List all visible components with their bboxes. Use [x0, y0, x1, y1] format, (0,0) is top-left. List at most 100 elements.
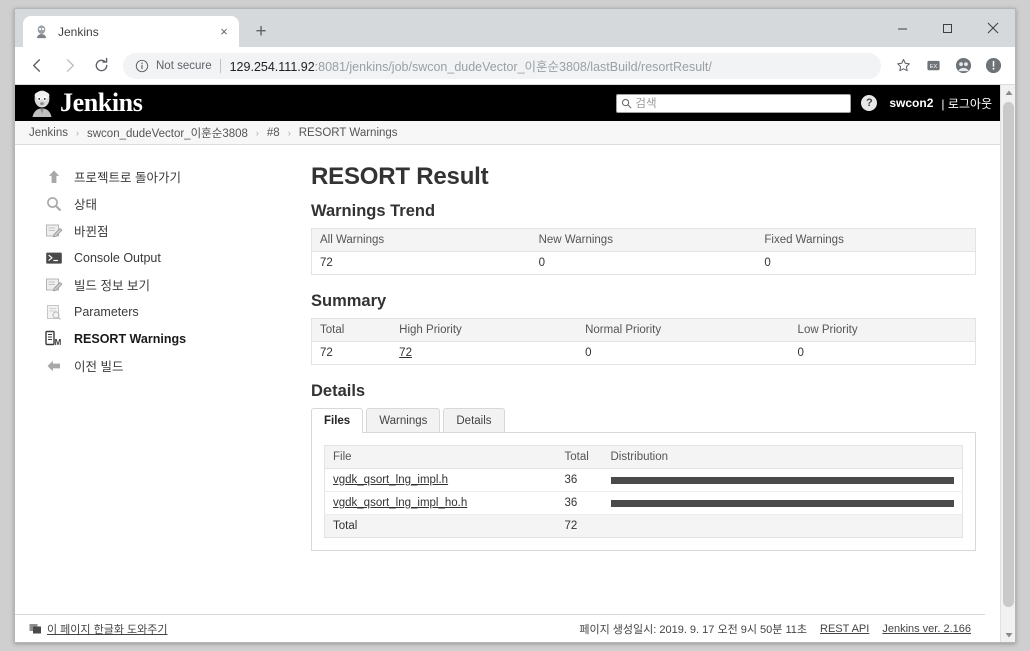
chevron-right-icon: ›	[76, 127, 79, 138]
cell-distribution	[602, 491, 963, 515]
cell-high-priority: 72	[391, 342, 577, 365]
cell-total-label: Total	[324, 514, 557, 538]
file-link[interactable]: vgdk_qsort_lng_impl.h	[333, 474, 448, 486]
breadcrumb: Jenkins › swcon_dudeVector_이훈순3808 › #8 …	[15, 121, 1000, 145]
breadcrumb-item-job[interactable]: swcon_dudeVector_이훈순3808	[87, 125, 248, 141]
edit-document-icon	[43, 220, 65, 242]
search-placeholder: 검색	[635, 98, 657, 110]
sidebar-item-back-to-project[interactable]: 프로젝트로 돌아가기	[35, 163, 311, 190]
close-icon[interactable]: ×	[215, 23, 233, 41]
info-circle-icon[interactable]	[135, 59, 149, 73]
left-arrow-icon	[43, 355, 65, 377]
high-priority-link[interactable]: 72	[399, 347, 412, 359]
column-header-all-warnings: All Warnings	[311, 228, 531, 252]
extension-icon[interactable]: EX	[919, 52, 947, 80]
translate-help-link[interactable]: 이 페이지 한글화 도와주기	[47, 621, 168, 637]
details-tab-bar: Files Warnings Details	[311, 408, 976, 433]
alert-menu-icon[interactable]	[979, 52, 1007, 80]
chevron-right-icon: ›	[287, 127, 291, 138]
search-input[interactable]: 검색	[616, 93, 852, 113]
page-viewport: Jenkins 검색 ? swcon2 | 로그아웃 Jenkins › swc…	[15, 85, 1015, 642]
table-header-row: All Warnings New Warnings Fixed Warnings	[311, 228, 976, 252]
back-icon[interactable]	[23, 52, 51, 80]
browser-window: Jenkins × + Not secure 129.254.111.92:80…	[14, 8, 1016, 643]
sidebar-item-resort-warnings[interactable]: M RESORT Warnings	[35, 325, 311, 352]
close-window-icon[interactable]	[970, 12, 1015, 44]
page-scrollbar[interactable]	[1000, 85, 1015, 642]
sidebar-item-label: RESORT Warnings	[74, 331, 187, 346]
sidebar-item-parameters[interactable]: Parameters	[35, 298, 311, 325]
sidebar: 프로젝트로 돌아가기 상태 바뀐점 Console Output 빌드 정보 보…	[15, 163, 311, 565]
warnings-trend-heading: Warnings Trend	[311, 202, 436, 220]
scroll-up-icon[interactable]	[1001, 85, 1015, 100]
column-header-file: File	[324, 445, 557, 469]
user-name[interactable]: swcon2	[889, 96, 933, 110]
page-generated-timestamp: 페이지 생성일시: 2019. 9. 17 오전 9시 50분 11초	[579, 623, 807, 636]
browser-tab[interactable]: Jenkins ×	[23, 16, 239, 47]
cell-file: vgdk_qsort_lng_impl_ho.h	[324, 491, 557, 515]
footer-right: 페이지 생성일시: 2019. 9. 17 오전 9시 50분 11초 REST…	[579, 621, 971, 637]
jenkins-page: Jenkins 검색 ? swcon2 | 로그아웃 Jenkins › swc…	[15, 85, 1000, 642]
profile-avatar-icon[interactable]	[949, 52, 977, 80]
reload-icon[interactable]	[87, 52, 115, 80]
help-icon[interactable]: ?	[861, 95, 878, 111]
jenkins-version-link[interactable]: Jenkins ver. 2.166	[882, 623, 971, 635]
table-header-row: Total High Priority Normal Priority Low …	[311, 318, 976, 342]
sidebar-item-status[interactable]: 상태	[35, 190, 311, 217]
jenkins-body: 프로젝트로 돌아가기 상태 바뀐점 Console Output 빌드 정보 보…	[15, 145, 1000, 565]
sidebar-item-label: Parameters	[74, 304, 139, 319]
tab-files[interactable]: Files	[311, 408, 364, 433]
cell-total: 36	[556, 491, 603, 515]
jenkins-logo[interactable]: Jenkins	[29, 88, 143, 118]
column-header-high-priority: High Priority	[391, 318, 578, 342]
cell-total: 72	[320, 347, 333, 359]
scroll-down-icon[interactable]	[1001, 627, 1015, 642]
logout-link[interactable]: | 로그아웃	[941, 95, 992, 112]
sidebar-item-console-output[interactable]: Console Output	[35, 244, 311, 271]
breadcrumb-item-resort-warnings[interactable]: RESORT Warnings	[299, 127, 398, 139]
cell-total-distribution	[602, 514, 963, 538]
translate-icon	[29, 622, 42, 635]
address-bar[interactable]: Not secure 129.254.111.92:8081/jenkins/j…	[123, 52, 881, 79]
browser-tab-title: Jenkins	[58, 24, 99, 39]
cell-file: vgdk_qsort_lng_impl.h	[324, 468, 557, 492]
sidebar-item-build-info[interactable]: 빌드 정보 보기	[35, 271, 311, 298]
table-total-row: Total 72	[324, 514, 963, 538]
files-table: File Total Distribution vgdk_qsort_lng_i…	[324, 445, 963, 538]
cell-total-value: 72	[556, 514, 603, 538]
sidebar-item-label: 이전 빌드	[74, 360, 124, 374]
sidebar-item-label: Console Output	[74, 250, 161, 265]
sidebar-item-previous-build[interactable]: 이전 빌드	[35, 352, 311, 379]
sidebar-item-label: 상태	[74, 198, 98, 212]
new-tab-button[interactable]: +	[247, 17, 275, 45]
breadcrumb-item-jenkins[interactable]: Jenkins	[29, 127, 68, 139]
sidebar-item-label: 빌드 정보 보기	[74, 279, 150, 293]
up-arrow-icon	[43, 166, 65, 188]
cell-normal-priority: 0	[585, 347, 592, 359]
sidebar-item-changes[interactable]: 바뀐점	[35, 217, 311, 244]
cell-all-warnings: 72	[320, 257, 333, 269]
column-header-distribution: Distribution	[602, 445, 963, 469]
url-path: :8081/jenkins/job/swcon_dudeVector_이훈순38…	[314, 60, 712, 74]
maximize-icon[interactable]	[925, 12, 970, 44]
cell-distribution	[602, 468, 963, 492]
tab-warnings[interactable]: Warnings	[366, 408, 441, 432]
edit-document-icon	[43, 274, 65, 296]
star-icon[interactable]	[889, 52, 917, 80]
rest-api-link[interactable]: REST API	[820, 623, 869, 635]
security-label: Not secure	[156, 59, 212, 72]
file-link[interactable]: vgdk_qsort_lng_impl_ho.h	[333, 497, 467, 509]
column-header-total: Total	[556, 445, 603, 469]
scrollbar-thumb[interactable]	[1003, 102, 1014, 607]
breadcrumb-item-build[interactable]: #8	[267, 127, 280, 139]
url-text: 129.254.111.92:8081/jenkins/job/swcon_du…	[230, 56, 712, 75]
tab-details[interactable]: Details	[443, 408, 505, 432]
minimize-icon[interactable]	[880, 12, 925, 44]
browser-tab-strip: Jenkins × +	[15, 9, 1015, 47]
warnings-meter-icon: M	[43, 328, 65, 350]
svg-text:M: M	[55, 338, 62, 347]
distribution-bar	[610, 499, 954, 507]
column-header-total: Total	[311, 318, 392, 342]
forward-icon[interactable]	[55, 52, 83, 80]
jenkins-header-right: 검색 ? swcon2 | 로그아웃	[616, 93, 992, 113]
